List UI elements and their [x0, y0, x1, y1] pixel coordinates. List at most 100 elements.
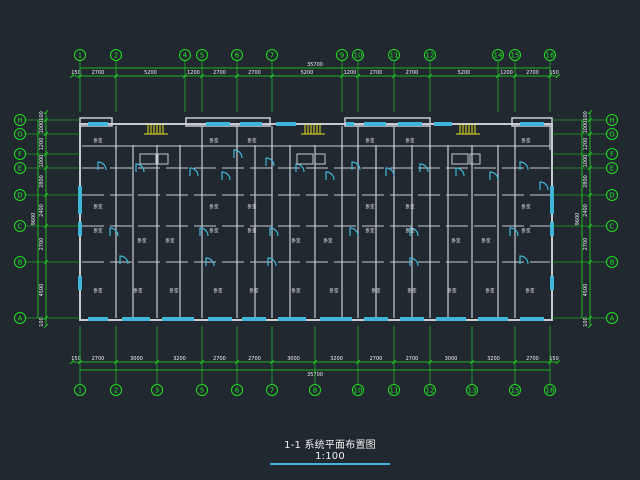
bath-fixture	[157, 153, 169, 165]
top-axis-16-label: 16	[546, 52, 555, 60]
bottom-dim-text-11: 3200	[487, 356, 500, 362]
left-axis-G-label: G	[17, 131, 22, 139]
room-label-16: 卧室	[248, 227, 257, 234]
door-swing-3	[221, 171, 231, 181]
door-swing-16	[199, 227, 209, 237]
bottom-axis-6-label: 6	[235, 387, 240, 395]
left-axis-H-label: H	[17, 117, 22, 125]
room-label-7: 卧室	[210, 203, 219, 210]
kitchen-counter	[139, 153, 157, 165]
top-axis-9-label: 9	[340, 52, 344, 60]
bottom-axis-13-label: 13	[468, 387, 477, 395]
bottom-dim-text-9: 2700	[406, 356, 419, 362]
right-dim-text-3: 1000	[583, 155, 589, 168]
door-swing-18	[349, 227, 359, 237]
kitchen-counter	[296, 153, 314, 165]
left-axis-E-label: E	[18, 165, 22, 173]
door-swing-13	[519, 161, 529, 171]
door-swing-21	[119, 255, 129, 265]
room-label-26: 卧室	[170, 287, 179, 294]
right-axis-A-label: A	[610, 315, 615, 323]
door-swing-9	[385, 167, 395, 177]
top-dim-text-1: 2700	[92, 70, 105, 76]
top-axis-10-label: 10	[354, 52, 363, 60]
top-window-1	[206, 122, 230, 126]
top-axis-12-label: 12	[426, 52, 435, 60]
bottom-axis-5-label: 5	[200, 387, 204, 395]
room-label-2: 卧室	[248, 137, 257, 144]
left-window-1	[78, 200, 82, 214]
kitchen-counter	[451, 153, 469, 165]
door-swing-12	[489, 171, 499, 181]
top-dim-text-3: 1200	[187, 70, 200, 76]
bottom-axis-11-label: 11	[390, 387, 399, 395]
bottom-dim-text-7: 3200	[330, 356, 343, 362]
door-swing-11	[455, 167, 465, 177]
right-dim-text-1: 1000	[583, 121, 589, 134]
bottom-window-5	[278, 317, 306, 321]
top-dim-text-4: 2700	[213, 70, 226, 76]
room-label-24: 卧室	[94, 287, 103, 294]
plan-details: 卧室 卧室 卧室 卧室 卧室 卧室卧室 卧室 卧室 卧室 卧室 卧室卧室卧室 卧室卧室 卧室卧室 卧室卧室…	[78, 122, 554, 321]
door-swing-8	[351, 161, 361, 171]
top-total-dim: 35700	[307, 62, 323, 68]
bottom-dim-text-8: 2700	[370, 356, 383, 362]
top-dim-text-10: 5200	[458, 70, 471, 76]
door-swing-14	[539, 181, 549, 191]
left-axis-B-label: B	[18, 259, 23, 267]
room-label-25: 卧室	[134, 287, 143, 294]
bottom-window-10	[478, 317, 508, 321]
bottom-axis-7-label: 7	[270, 387, 274, 395]
bottom-window-8	[400, 317, 424, 321]
room-label-13: 卧室	[138, 237, 147, 244]
bath-fixture	[314, 153, 326, 165]
top-axis-14-label: 14	[494, 52, 503, 60]
right-window-3	[550, 276, 554, 290]
room-label-35: 卧室	[526, 287, 535, 294]
bottom-dim-text-10: 3000	[445, 356, 458, 362]
top-dim-text-7: 1200	[344, 70, 357, 76]
bottom-window-9	[436, 317, 466, 321]
stairwell-0	[139, 124, 169, 165]
left-dim-text-1: 1000	[39, 121, 45, 134]
door-swing-5	[265, 157, 275, 167]
bottom-dim-text-12: 2700	[526, 356, 539, 362]
left-dim-text-0: 100	[39, 111, 45, 121]
bottom-window-2	[162, 317, 194, 321]
left-dim-text-4: 2800	[39, 175, 45, 188]
room-label-31: 卧室	[372, 287, 381, 294]
left-window-2	[78, 222, 82, 236]
top-dim-text-9: 2700	[406, 70, 419, 76]
right-axis-B-label: B	[610, 259, 615, 267]
top-window-2	[240, 122, 262, 126]
door-swing-20	[509, 227, 519, 237]
bottom-axis-15-label: 15	[511, 387, 520, 395]
axis-grid: 1 2 4 5 6 7 9 10 11 12 14 15 161 2 3 5 6 7 8 10 11 12 13 15 16H H…	[14, 49, 618, 396]
bottom-axis-12-label: 12	[426, 387, 435, 395]
top-window-3	[276, 122, 296, 126]
right-axis-F-label: F	[610, 151, 614, 159]
stairwell-2	[451, 124, 481, 165]
left-axis-D-label: D	[17, 192, 22, 200]
room-label-33: 卧室	[448, 287, 457, 294]
room-label-23: 卧室	[522, 227, 531, 234]
drawing-title: 1-1 系统平面布置图 1:100	[270, 436, 390, 465]
top-window-4	[346, 122, 354, 126]
right-dim-text-0: 100	[583, 111, 589, 121]
room-label-5: 卧室	[522, 137, 531, 144]
left-dim-text-8: 100	[39, 317, 45, 327]
right-dim-text-2: 1200	[583, 138, 589, 151]
right-dim-total: 9600	[575, 213, 581, 226]
right-axis-D-label: D	[609, 192, 614, 200]
top-dim-text-13: 150	[549, 70, 559, 76]
door-swing-4	[233, 149, 243, 159]
bottom-axis-3-label: 3	[155, 387, 159, 395]
dimension-lines: 150 2700 5200 1200 2700 2700 5200 1200 2700 2700 5…	[31, 62, 593, 378]
room-label-10: 卧室	[406, 203, 415, 210]
room-label-30: 卧室	[330, 287, 339, 294]
top-axis-4-label: 4	[183, 52, 188, 60]
bottom-dim-text-3: 3200	[173, 356, 186, 362]
bottom-dim-text-4: 2700	[213, 356, 226, 362]
left-dim-text-2: 1200	[39, 138, 45, 151]
bottom-window-3	[208, 317, 232, 321]
